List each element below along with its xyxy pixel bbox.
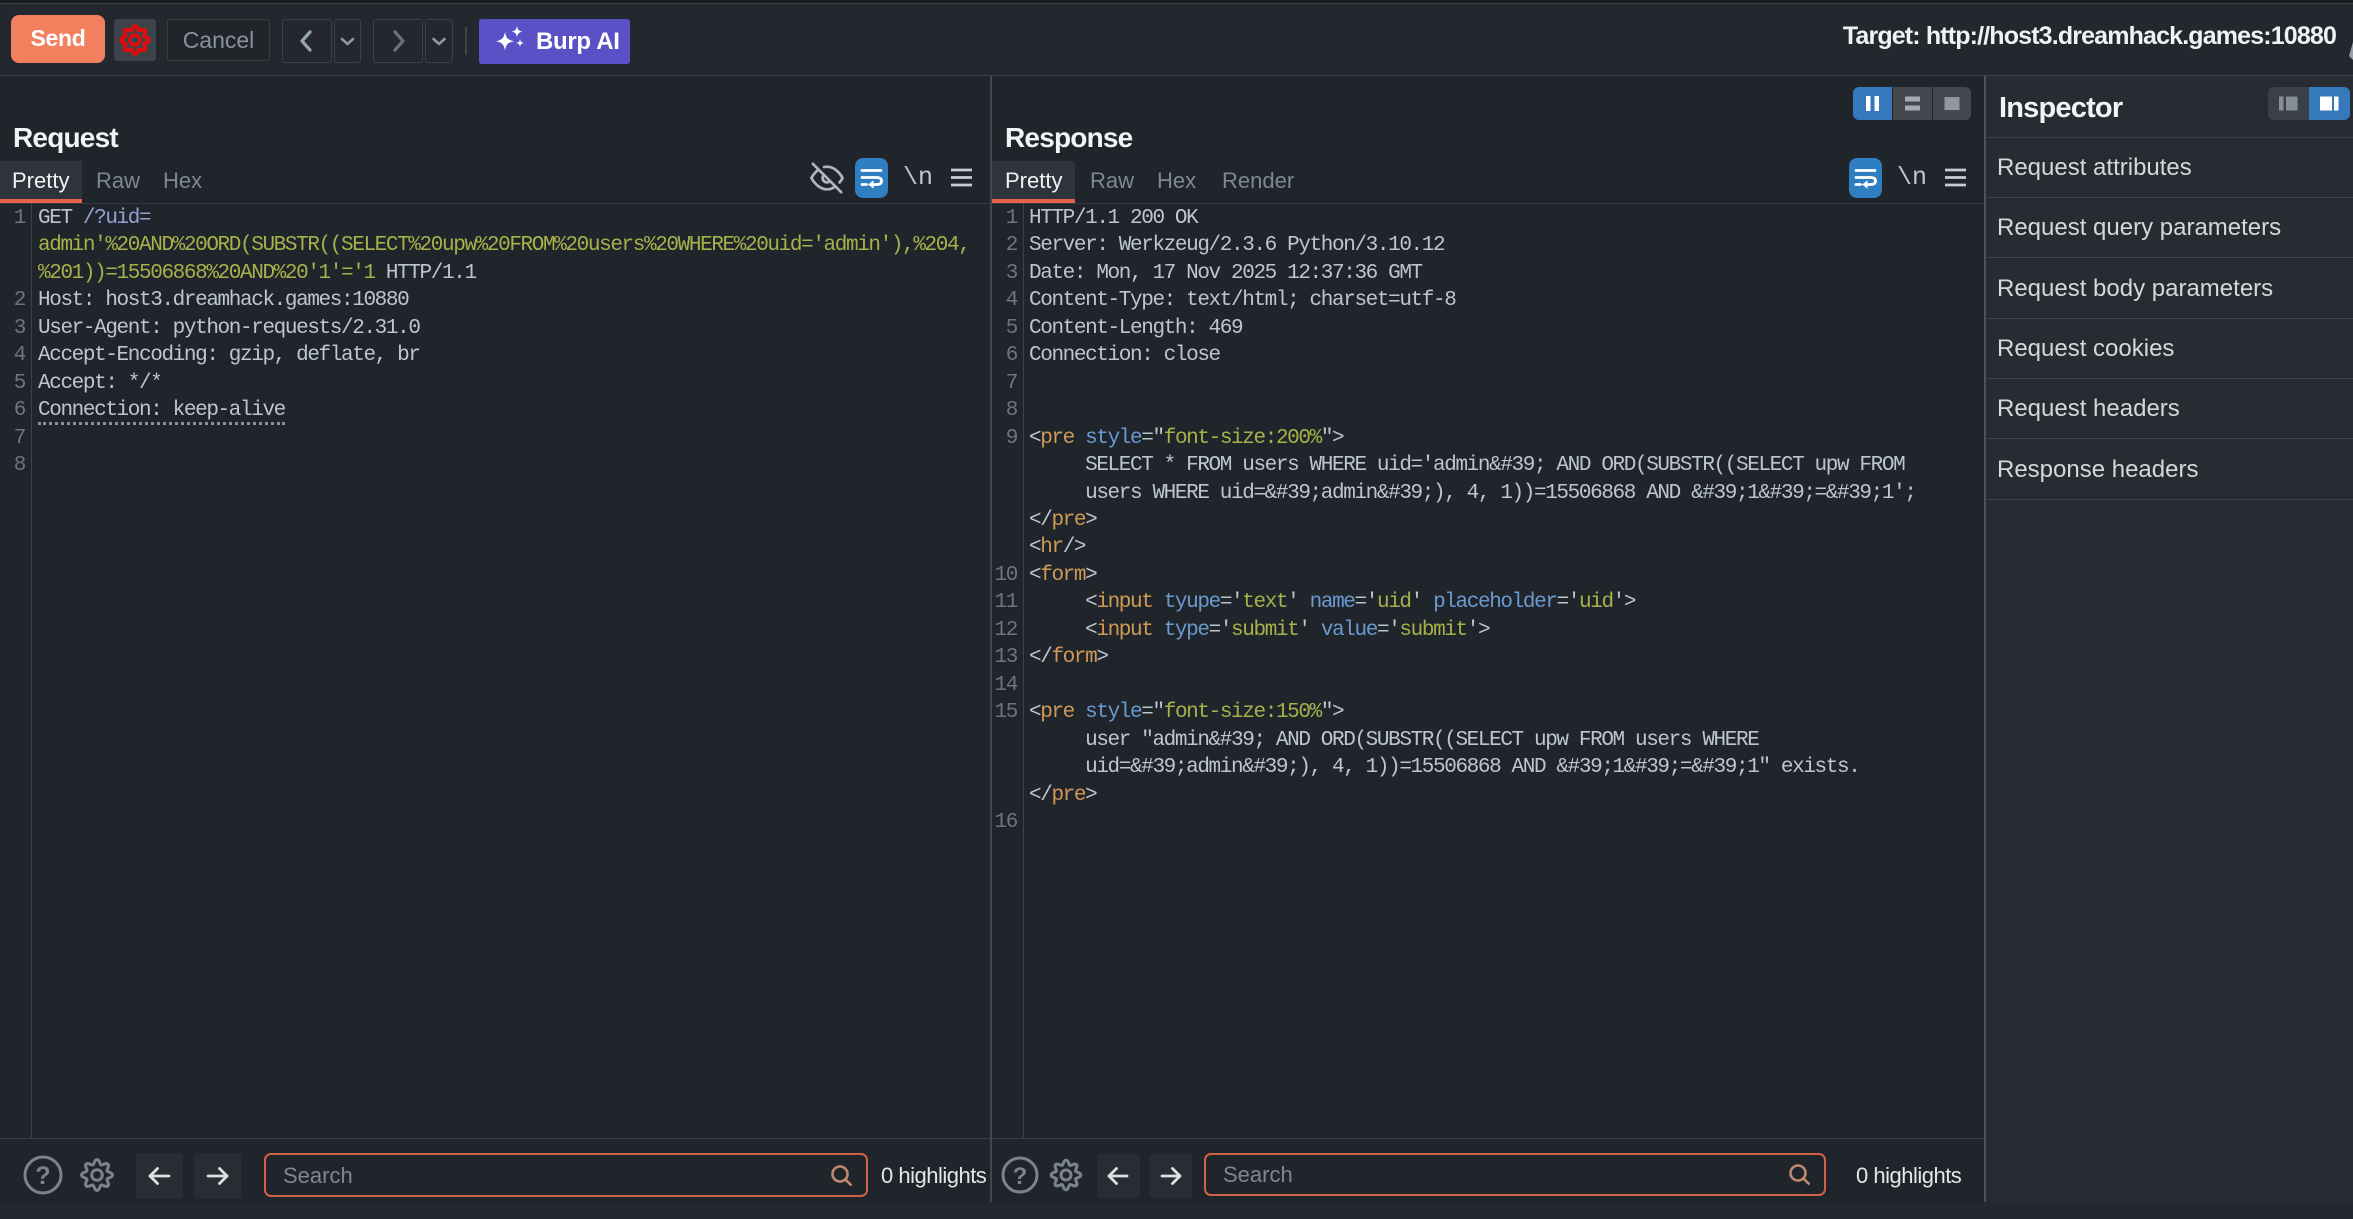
svg-text:?: ?: [35, 1162, 50, 1190]
svg-text:?: ?: [1013, 1163, 1028, 1190]
